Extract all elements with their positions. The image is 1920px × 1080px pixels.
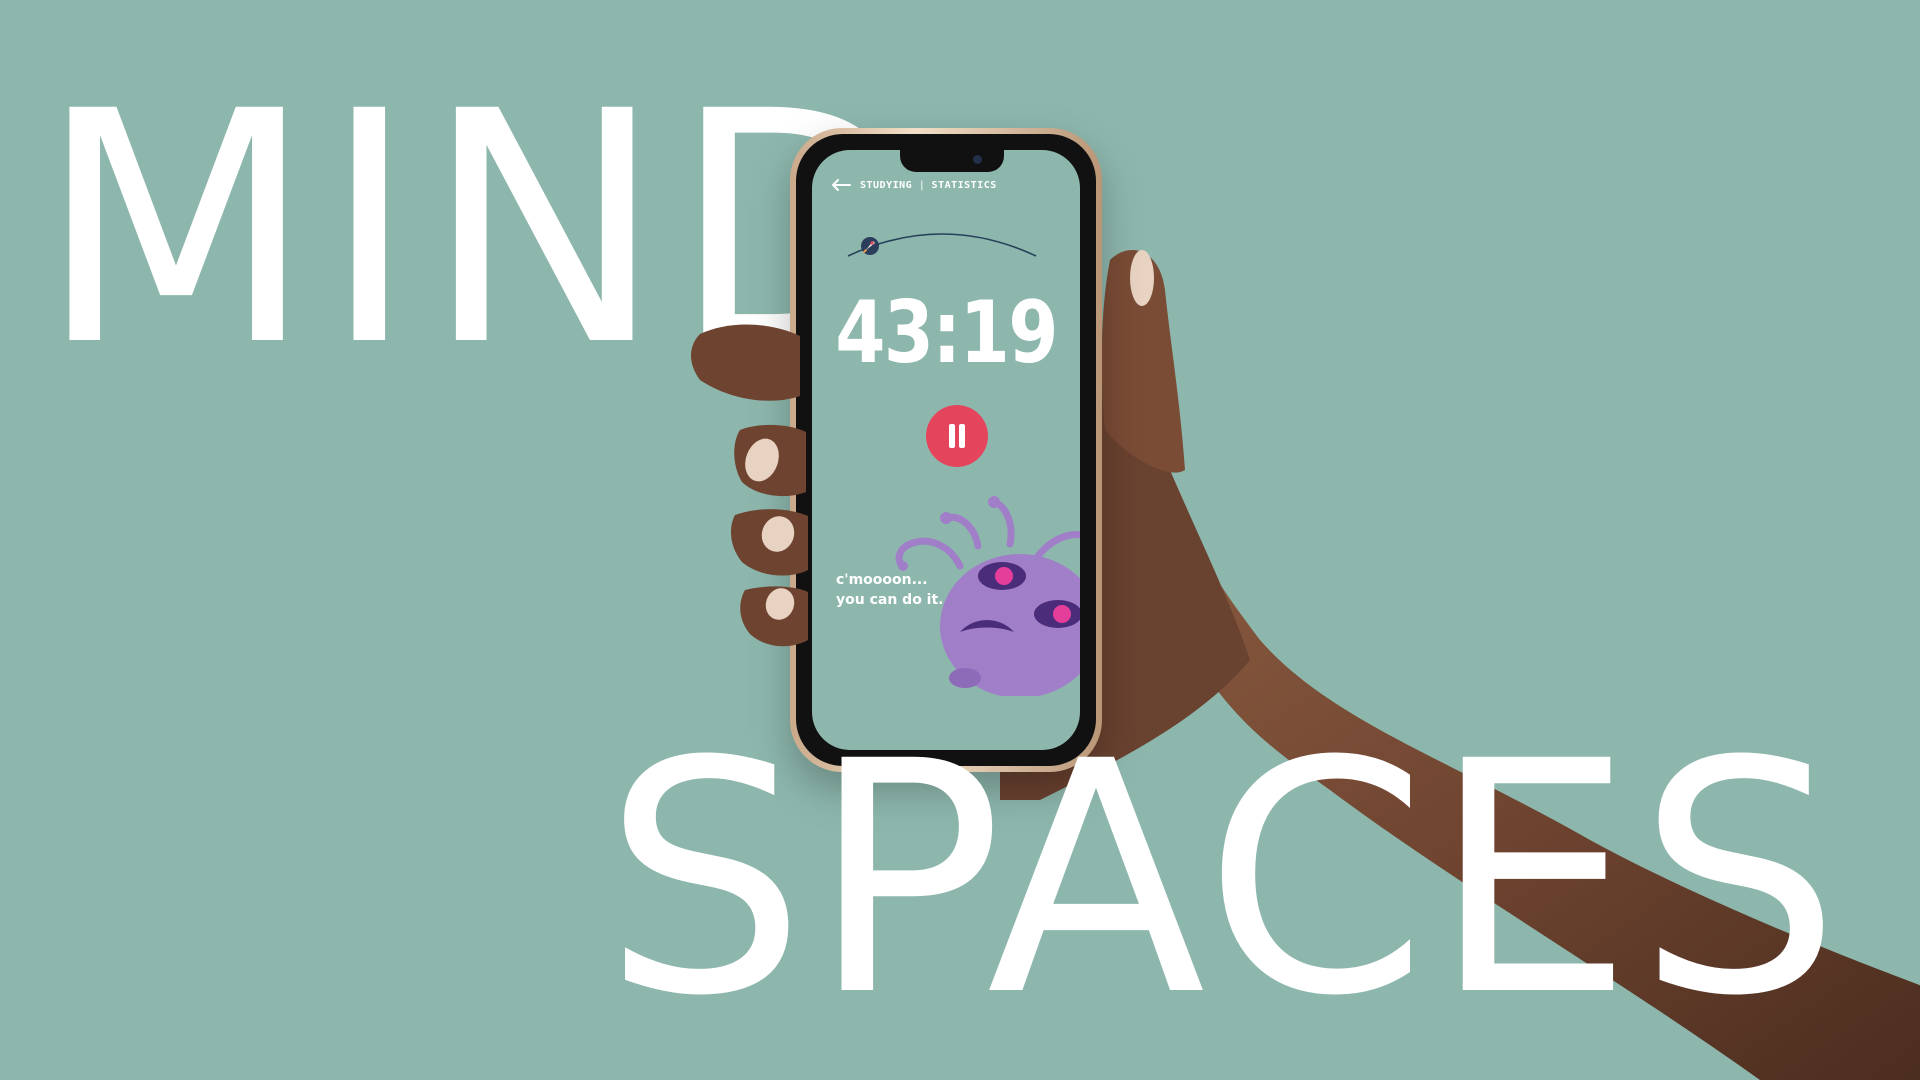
encouragement-line-1: c'moooon... xyxy=(836,572,928,588)
tab-statistics[interactable]: STATISTICS xyxy=(932,180,997,191)
rocket-icon xyxy=(861,237,879,255)
progress-arc xyxy=(847,233,1037,257)
timer-display: 43:19 xyxy=(835,283,1058,383)
arrow-left-icon[interactable] xyxy=(830,178,852,192)
top-nav: STUDYING | STATISTICS xyxy=(830,178,997,192)
tab-studying[interactable]: STUDYING xyxy=(860,180,912,191)
phone-notch xyxy=(900,150,1004,172)
phone-bezel: STUDYING | STATISTICS 43:19 c'moooon... … xyxy=(796,134,1096,766)
camera-icon xyxy=(973,155,982,164)
pause-icon xyxy=(949,424,955,448)
smartphone: STUDYING | STATISTICS 43:19 c'moooon... … xyxy=(790,128,1102,772)
pause-button[interactable] xyxy=(926,405,988,467)
stage: MIND STUDYING | STATISTICS 43:19 c'moooo… xyxy=(0,0,1920,1080)
nav-separator: | xyxy=(920,179,924,191)
encouragement-text: c'moooon... you can do it. xyxy=(836,570,944,610)
app-screen: STUDYING | STATISTICS 43:19 c'moooon... … xyxy=(812,150,1080,750)
headline-spaces: SPACES xyxy=(603,694,1845,1066)
encouragement-line-2: you can do it. xyxy=(836,592,944,608)
